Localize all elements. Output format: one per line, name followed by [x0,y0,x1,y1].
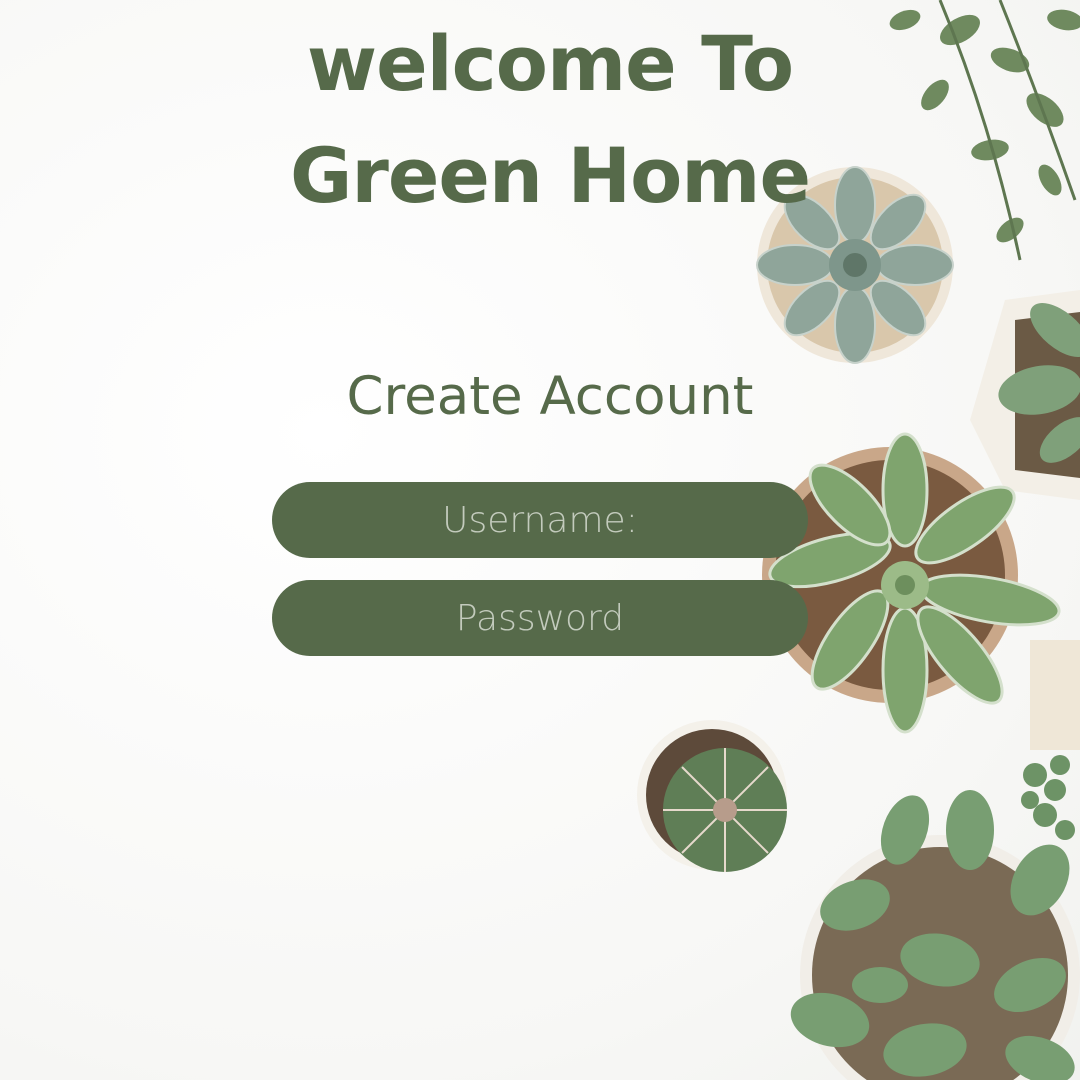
page-title: welcome To Green Home [200,8,900,232]
bottom-jade-plant [790,640,1080,1080]
cactus [637,720,787,872]
create-account-heading: Create Account [346,366,754,427]
username-input[interactable] [272,481,808,559]
title-line-2: Green Home [289,131,811,220]
username-field-container[interactable] [272,481,808,559]
password-input[interactable] [272,579,808,657]
title-line-1: welcome To [306,19,794,108]
jade-pot [970,290,1080,500]
password-field-container[interactable] [272,579,808,657]
